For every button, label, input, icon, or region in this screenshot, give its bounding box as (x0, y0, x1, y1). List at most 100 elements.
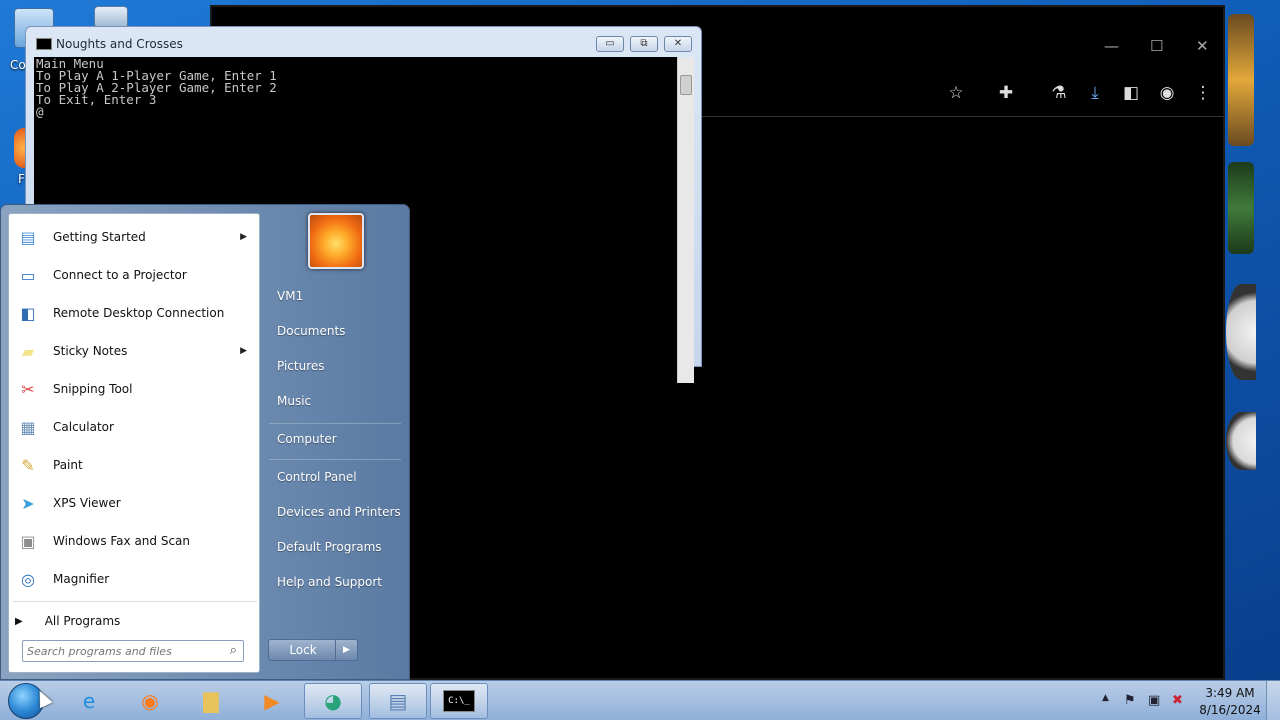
menu-icon[interactable]: ⋮ (1192, 82, 1214, 104)
start-menu-item[interactable]: ▦ Calculator (13, 409, 257, 445)
magnifier-icon: ◎ (21, 569, 35, 589)
places-separator (269, 423, 401, 424)
startmenu-music[interactable]: Music (277, 394, 311, 408)
internet-explorer-icon: e (82, 689, 96, 713)
start-menu: ▤ Getting Started ▶ ▭ Connect to a Projector… (0, 204, 410, 680)
gadget-meter[interactable] (1226, 412, 1256, 470)
console-text: Main Menu To Play A 1-Player Game, Enter… (36, 56, 277, 119)
desktop-label-computer: Co (10, 58, 26, 72)
startmenu-control-panel[interactable]: Control Panel (277, 470, 357, 484)
startmenu-computer[interactable]: Computer (277, 432, 337, 446)
start-menu-item-label: Paint (53, 458, 83, 472)
startmenu-documents[interactable]: Documents (277, 324, 345, 338)
console-app-icon (36, 38, 52, 50)
start-search-box[interactable]: ⌕ (22, 640, 244, 662)
start-menu-item-label: Getting Started (53, 230, 146, 244)
startmenu-user-vm1[interactable]: VM1 (277, 289, 303, 303)
start-menu-item[interactable]: ▭ Connect to a Projector (13, 257, 257, 293)
sticky-notes-icon: ▰ (21, 341, 35, 361)
taskbar-ie[interactable]: e (60, 683, 118, 719)
chevron-right-icon[interactable]: ▶ (240, 346, 247, 356)
taskbar: e ◉ ▇ ▶ ◕ ▤ C:\_ ▲ ⚑ ▣ ✖ 3:49 AM 8/16/2024 (0, 680, 1280, 720)
lock-button[interactable]: Lock ▶ (268, 639, 358, 661)
start-search-input[interactable] (27, 643, 217, 659)
startmenu-pictures[interactable]: Pictures (277, 359, 325, 373)
profile-icon[interactable]: ◉ (1156, 82, 1178, 104)
flag-icon[interactable]: ⚑ (1124, 693, 1136, 708)
calculator-icon: ▦ (20, 417, 36, 437)
startmenu-default-programs[interactable]: Default Programs (277, 540, 382, 554)
taskbar-explorer[interactable]: ▇ (182, 683, 240, 719)
paint-icon: ✎ (21, 455, 35, 475)
chrome-icon: ◕ (324, 689, 342, 713)
taskbar-media-player[interactable]: ▶ (243, 683, 301, 719)
sidepanel-icon[interactable]: ◧ (1120, 82, 1142, 104)
getting-started-icon: ▤ (20, 227, 36, 247)
network-icon[interactable]: ▣ (1148, 693, 1160, 708)
start-menu-programs-pane: ▤ Getting Started ▶ ▭ Connect to a Projector… (8, 213, 260, 673)
firefox-icon: ◉ (141, 689, 159, 713)
taskbar-cmd[interactable]: C:\_ (430, 683, 488, 719)
recycle-bin-icon[interactable] (94, 6, 128, 28)
user-picture[interactable] (308, 213, 364, 269)
start-menu-item-label: XPS Viewer (53, 496, 121, 510)
volume-muted-icon[interactable]: ✖ (1172, 693, 1183, 708)
remote-desktop-icon: ◧ (20, 303, 36, 323)
start-menu-item[interactable]: ▰ Sticky Notes ▶ (13, 333, 257, 369)
start-menu-item[interactable]: ✂ Snipping Tool (13, 371, 257, 407)
chevron-right-icon[interactable]: ▶ (335, 640, 357, 660)
desktop-label-firefox: F (18, 172, 25, 186)
gadget-slideshow[interactable] (1228, 14, 1254, 146)
chrome-minimize-button[interactable]: — (1104, 37, 1119, 55)
clock-date[interactable]: 8/16/2024 (1198, 703, 1262, 717)
start-menu-item-label: Calculator (53, 420, 114, 434)
fax-scan-icon: ▣ (20, 531, 36, 551)
start-menu-separator (13, 601, 257, 602)
lock-label: Lock (289, 643, 317, 657)
download-icon[interactable]: ⤓ (1084, 82, 1106, 104)
console-close-button[interactable]: ✕ (664, 36, 692, 52)
places-separator (269, 459, 401, 460)
start-menu-item[interactable]: ◧ Remote Desktop Connection (13, 295, 257, 331)
show-hidden-icon[interactable]: ▲ (1102, 693, 1109, 703)
start-menu-item[interactable]: ➤ XPS Viewer (13, 485, 257, 521)
start-menu-item-label: Remote Desktop Connection (53, 306, 225, 320)
start-menu-item[interactable]: ✎ Paint (13, 447, 257, 483)
xps-viewer-icon: ➤ (21, 493, 35, 513)
start-menu-item-label: Connect to a Projector (53, 268, 187, 282)
console-scrollbar[interactable] (677, 57, 694, 383)
all-programs-label: All Programs (44, 614, 121, 628)
start-menu-item[interactable]: ▣ Windows Fax and Scan (13, 523, 257, 559)
projector-icon: ▭ (20, 265, 36, 285)
start-menu-item-label: Sticky Notes (53, 344, 128, 358)
all-programs-button[interactable]: ▶ All Programs (15, 609, 120, 633)
media-player-icon: ▶ (264, 689, 280, 713)
console-title: Noughts and Crosses (56, 37, 183, 51)
startmenu-help-support[interactable]: Help and Support (277, 575, 382, 589)
console-restore-button[interactable]: ⧉ (630, 36, 658, 52)
start-menu-item-label: Snipping Tool (53, 382, 133, 396)
extensions-icon[interactable]: ✚ (995, 82, 1017, 104)
chevron-right-icon[interactable]: ▶ (240, 232, 247, 242)
taskbar-notepad[interactable]: ▤ (369, 683, 427, 719)
clock-time[interactable]: 3:49 AM (1198, 686, 1262, 700)
start-menu-item[interactable]: ◎ Magnifier (13, 561, 257, 597)
chevron-right-icon: ▶ (15, 615, 23, 627)
gadget-clock[interactable] (1226, 284, 1256, 380)
chrome-maximize-button[interactable]: ☐ (1150, 37, 1163, 55)
snipping-tool-icon: ✂ (21, 379, 35, 399)
search-icon[interactable]: ⌕ (230, 643, 237, 658)
startmenu-devices-printers[interactable]: Devices and Printers (277, 505, 401, 519)
start-menu-item[interactable]: ▤ Getting Started ▶ (13, 219, 257, 255)
taskbar-chrome[interactable]: ◕ (304, 683, 362, 719)
start-menu-item-label: Magnifier (53, 572, 110, 586)
folder-icon: ▇ (203, 689, 219, 713)
show-desktop-button[interactable] (1266, 681, 1280, 720)
chrome-close-button[interactable]: ✕ (1196, 37, 1209, 55)
console-scroll-thumb[interactable] (680, 75, 692, 95)
taskbar-firefox[interactable]: ◉ (121, 683, 179, 719)
star-icon[interactable]: ☆ (945, 82, 967, 104)
labs-icon[interactable]: ⚗ (1048, 82, 1070, 104)
console-minimize-button[interactable]: ▭ (596, 36, 624, 52)
gadget-picture[interactable] (1228, 162, 1254, 254)
